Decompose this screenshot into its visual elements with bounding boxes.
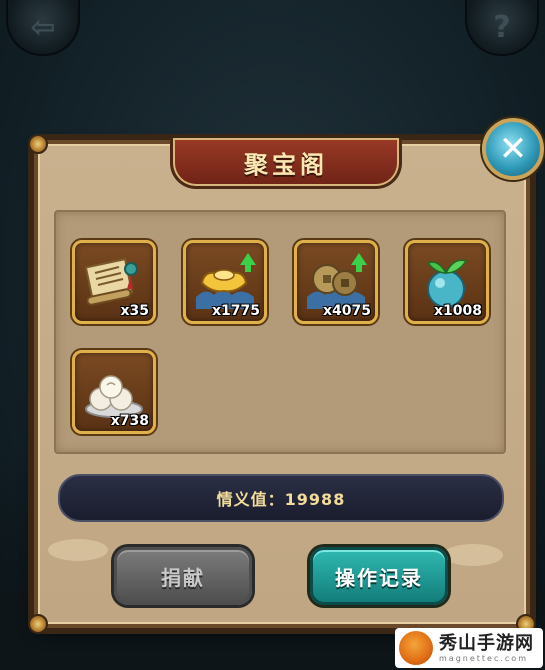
watermark-logo-icon [399,631,433,665]
donate-label: 捐献 [161,565,205,590]
item-slot[interactable]: x35 [72,240,156,324]
upgrade-arrow-icon [351,253,367,272]
friendship-value-text: 情义值：19988 [216,490,346,509]
watermark-sub-text: magnettec.com [439,653,528,663]
back-button[interactable]: ⇦ [6,0,80,56]
back-arrow-icon: ⇦ [30,9,56,45]
item-slot[interactable]: x4075 [294,240,378,324]
title-plate: 聚宝阁 [170,138,402,189]
watermark-main-text: 秀山手游网 [439,632,534,654]
item-slot[interactable]: x1775 [183,240,267,324]
operation-log-label: 操作记录 [335,565,423,590]
treasure-panel: 聚宝阁 x35 x1775 x4075 x1008 x738 情义值：19988… [28,134,536,634]
question-mark-icon: ? [493,9,511,45]
close-button[interactable]: ✕ [482,118,544,180]
watermark: 秀山手游网 magnettec.com [395,628,543,668]
corner-ornament [28,134,48,154]
panel-title: 聚宝阁 [244,150,328,179]
close-icon: ✕ [498,129,528,169]
help-button[interactable]: ? [465,0,539,56]
item-slot[interactable]: x738 [72,350,156,434]
item-slot[interactable]: x1008 [405,240,489,324]
donate-button[interactable]: 捐献 [114,547,252,605]
item-count: x4075 [323,303,371,319]
cloud-decoration [48,539,108,561]
friendship-value-bar: 情义值：19988 [58,474,504,522]
cloud-decoration [443,544,503,566]
item-count: x35 [120,303,149,319]
upgrade-arrow-icon [240,253,256,272]
item-count: x1008 [434,303,482,319]
corner-ornament [28,614,48,634]
item-count: x738 [110,413,149,429]
operation-log-button[interactable]: 操作记录 [310,547,448,605]
item-count: x1775 [212,303,260,319]
